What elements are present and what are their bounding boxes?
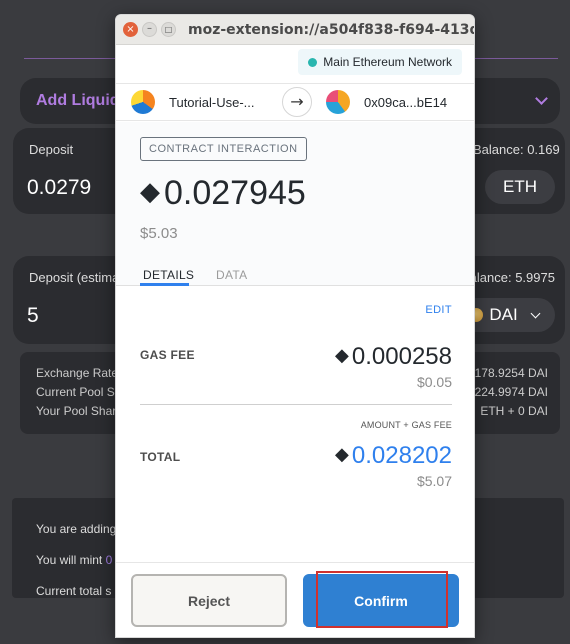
total-amount: ◆ 0.028202: [335, 442, 452, 470]
sender-account-name[interactable]: Tutorial-Use-...: [169, 95, 254, 110]
transaction-amount: ◆ 0.027945: [140, 174, 306, 213]
edit-gas-link[interactable]: EDIT: [425, 304, 452, 316]
details-panel: EDIT GAS FEE ◆ 0.000258 $0.05 AMOUNT + GA…: [116, 287, 474, 562]
network-name: Main Ethereum Network: [323, 55, 452, 69]
ethereum-icon: ◆: [335, 345, 349, 366]
network-status-icon: [308, 57, 318, 67]
deposit-label: Deposit: [29, 142, 74, 157]
window-minimize-button[interactable]: –: [142, 22, 157, 37]
deposit-input[interactable]: 0.0279: [27, 176, 91, 200]
total-fiat: $5.07: [416, 473, 452, 489]
contract-interaction-badge: CONTRACT INTERACTION: [140, 137, 307, 161]
gas-fee-amount: ◆ 0.000258: [335, 343, 452, 371]
window-close-button[interactable]: ×: [123, 22, 138, 37]
ethereum-icon: ◆: [335, 444, 349, 465]
window-title: moz-extension://a504f838-f694-413d-: [188, 22, 475, 38]
token-bottom-label: DAI: [489, 305, 518, 324]
total-value: 0.028202: [351, 442, 452, 469]
metamask-confirm-popup: × – □ moz-extension://a504f838-f694-413d…: [115, 14, 475, 638]
pool-share-value: ETH + 0 DAI: [480, 404, 548, 418]
summary-line-1: You are adding: [36, 522, 117, 536]
sender-recipient-row: Tutorial-Use-... → 0x09ca...bE14: [116, 83, 474, 121]
gas-fee-value: 0.000258: [351, 343, 452, 370]
window-titlebar[interactable]: × – □ moz-extension://a504f838-f694-413d…: [116, 15, 475, 45]
recipient-identicon-icon: [326, 90, 350, 114]
pool-share-label: Your Pool Share: [36, 404, 123, 418]
network-indicator[interactable]: Main Ethereum Network: [298, 49, 462, 75]
exchange-rate-label: Exchange Rate: [36, 366, 119, 380]
chevron-down-icon: [530, 308, 541, 318]
gas-fee-fiat: $0.05: [416, 374, 452, 390]
summary-mint-value: 0: [105, 553, 113, 567]
tab-details[interactable]: DETAILS: [143, 268, 194, 282]
action-footer: Reject Confirm: [116, 562, 474, 637]
token-select-eth[interactable]: ETH: [485, 170, 555, 204]
confirm-button[interactable]: Confirm: [303, 574, 459, 627]
tab-data[interactable]: DATA: [216, 268, 247, 282]
transaction-summary: CONTRACT INTERACTION ◆ 0.027945 $5.03 DET…: [116, 122, 474, 286]
summary-line-2-prefix: You will mint: [36, 553, 103, 567]
chevron-down-icon[interactable]: [535, 92, 548, 105]
token-top-label: ETH: [503, 177, 537, 196]
amount-plus-gas-label: AMOUNT + GAS FEE: [360, 420, 452, 430]
network-row: Main Ethereum Network: [116, 45, 474, 83]
details-divider: [140, 404, 452, 405]
deposit-estimated-input[interactable]: 5: [27, 304, 39, 328]
summary-line-2: You will mint 0: [36, 553, 112, 567]
arrow-right-icon: →: [282, 87, 312, 117]
window-maximize-button[interactable]: □: [161, 22, 176, 37]
balance-bottom: Balance: 5.9975: [461, 270, 555, 285]
reject-button[interactable]: Reject: [131, 574, 287, 627]
ethereum-icon: ◆: [140, 177, 160, 207]
sender-identicon-icon: [131, 90, 155, 114]
summary-line-3: Current total s: [36, 584, 112, 598]
balance-top: Balance: 0.169: [473, 142, 560, 157]
recipient-address[interactable]: 0x09ca...bE14: [364, 95, 447, 110]
pool-size-value: 224.9974 DAI: [474, 385, 548, 399]
transaction-amount-value: 0.027945: [164, 174, 306, 212]
active-tab-indicator: [140, 283, 189, 286]
gas-fee-label: GAS FEE: [140, 348, 195, 362]
total-label: TOTAL: [140, 450, 181, 464]
transaction-amount-fiat: $5.03: [140, 225, 178, 242]
